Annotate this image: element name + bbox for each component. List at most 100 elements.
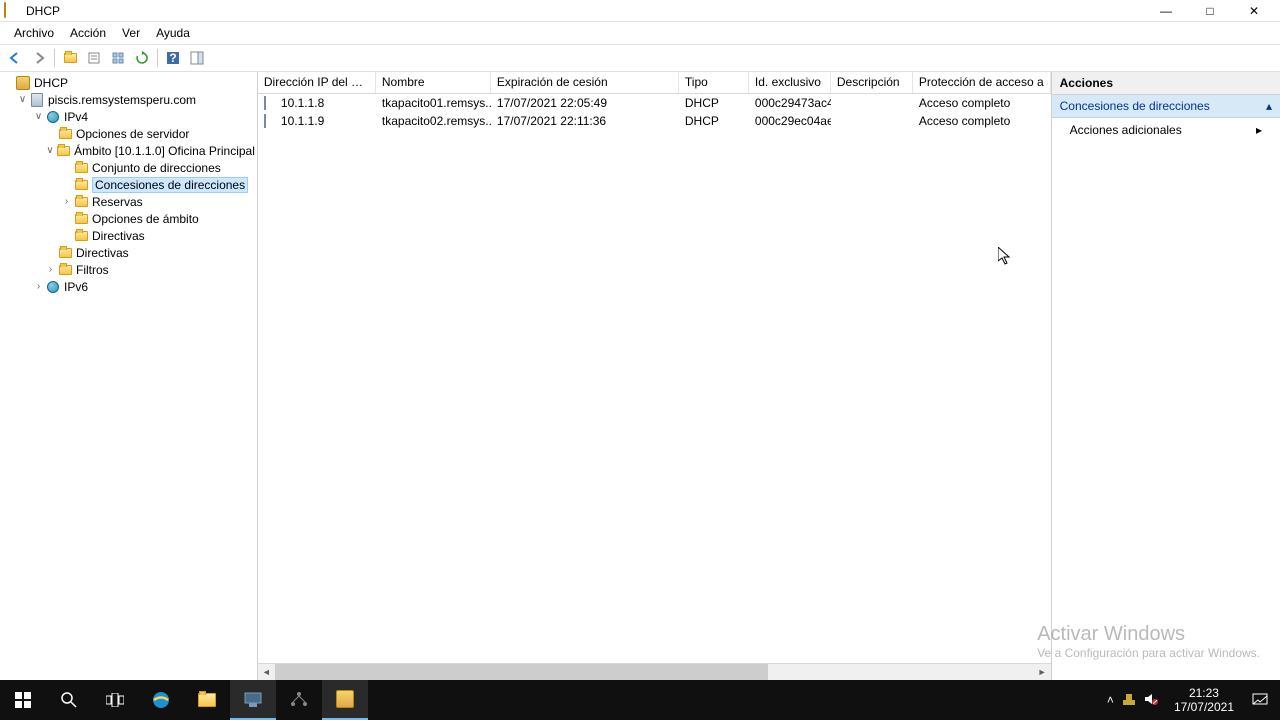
col-type[interactable]: Tipo	[679, 72, 749, 93]
tree-address-leases-label: Concesiones de direcciones	[92, 177, 248, 193]
actions-more[interactable]: Acciones adicionales ▸	[1052, 118, 1280, 142]
collapse-icon[interactable]: ▴	[1266, 99, 1272, 113]
scroll-thumb[interactable]	[275, 664, 768, 681]
tree-server[interactable]: ∨ piscis.remsystemsperu.com	[0, 91, 257, 108]
horizontal-scrollbar[interactable]: ◄ ►	[258, 663, 1051, 680]
cell-ip: 10.1.1.8	[258, 96, 376, 110]
menu-accion[interactable]: Acción	[62, 24, 114, 42]
tray-chevron-icon[interactable]: ˄	[1107, 693, 1114, 707]
folder-icon	[73, 212, 89, 226]
list-body[interactable]: 10.1.1.8 tkapacito01.remsys... 17/07/202…	[258, 94, 1051, 663]
search-icon[interactable]	[46, 680, 92, 720]
close-button[interactable]: ✕	[1232, 0, 1276, 22]
tree-ipv6-label: IPv6	[64, 280, 88, 294]
maximize-button[interactable]: □	[1188, 0, 1232, 22]
menu-archivo[interactable]: Archivo	[6, 24, 62, 42]
network-tool-icon[interactable]	[276, 680, 322, 720]
tree-ipv4[interactable]: ∨ IPv4	[0, 108, 257, 125]
tree-address-leases[interactable]: Concesiones de direcciones	[0, 176, 257, 193]
tray-network-icon[interactable]	[1122, 692, 1136, 709]
main-area: DHCP ∨ piscis.remsystemsperu.com ∨ IPv4 …	[0, 72, 1280, 680]
list-header: Dirección IP del clie... Nombre Expiraci…	[258, 72, 1051, 94]
tree-policies-inner[interactable]: Directivas	[0, 227, 257, 244]
actions-header: Acciones	[1052, 72, 1280, 95]
expander-icon[interactable]: ›	[32, 281, 45, 292]
expander-icon[interactable]: ∨	[16, 94, 29, 105]
tree-policies[interactable]: Directivas	[0, 244, 257, 261]
panel-icon[interactable]	[186, 47, 208, 69]
tree-ipv6[interactable]: › IPv6	[0, 278, 257, 295]
col-description[interactable]: Descripción	[831, 72, 913, 93]
table-row[interactable]: 10.1.1.9 tkapacito02.remsys... 17/07/202…	[258, 112, 1051, 130]
cell-uid: 000c29ec04ae	[749, 114, 831, 128]
scroll-right-icon[interactable]: ►	[1034, 664, 1051, 681]
refresh-icon[interactable]	[131, 47, 153, 69]
taskbar[interactable]: ˄ 21:23 17/07/2021	[0, 680, 1280, 720]
tree-policies-label: Directivas	[76, 246, 129, 260]
actions-pane: Acciones Concesiones de direcciones ▴ Ac…	[1052, 72, 1280, 680]
expander-icon[interactable]: ›	[60, 196, 73, 207]
forward-button[interactable]	[28, 47, 50, 69]
col-access-prot[interactable]: Protección de acceso a	[913, 72, 1051, 93]
tree-filters[interactable]: › Filtros	[0, 261, 257, 278]
folder-icon	[73, 161, 89, 175]
globe-icon	[45, 110, 61, 124]
tree-address-pool-label: Conjunto de direcciones	[92, 161, 221, 175]
view-icon[interactable]	[107, 47, 129, 69]
scroll-track[interactable]	[275, 664, 1034, 681]
properties-icon[interactable]	[83, 47, 105, 69]
cell-uid: 000c29473ac4	[749, 96, 831, 110]
expander-icon[interactable]: ›	[44, 264, 57, 275]
menu-bar: Archivo Acción Ver Ayuda	[0, 22, 1280, 44]
tray-volume-icon[interactable]	[1144, 692, 1158, 709]
folder-up-icon[interactable]	[59, 47, 81, 69]
tree-pane[interactable]: DHCP ∨ piscis.remsystemsperu.com ∨ IPv4 …	[0, 72, 258, 680]
actions-group[interactable]: Concesiones de direcciones ▴	[1052, 95, 1280, 118]
tree-scope[interactable]: ∨ Ámbito [10.1.1.0] Oficina Principal	[0, 142, 257, 159]
tree-policies-inner-label: Directivas	[92, 229, 145, 243]
explorer-icon[interactable]	[184, 680, 230, 720]
list-pane: Dirección IP del clie... Nombre Expiraci…	[258, 72, 1052, 680]
col-client-ip[interactable]: Dirección IP del clie...	[258, 72, 376, 93]
dhcp-icon	[15, 76, 31, 90]
cell-type: DHCP	[679, 114, 749, 128]
server-manager-icon[interactable]	[230, 680, 276, 720]
notifications-icon[interactable]	[1240, 680, 1280, 720]
actions-group-label: Concesiones de direcciones	[1060, 99, 1210, 113]
tree-address-pool[interactable]: Conjunto de direcciones	[0, 159, 257, 176]
help-icon[interactable]: ?	[162, 47, 184, 69]
minimize-button[interactable]: —	[1144, 0, 1188, 22]
col-lease-exp[interactable]: Expiración de cesión	[491, 72, 679, 93]
expander-icon[interactable]: ∨	[44, 145, 56, 156]
folder-icon	[73, 178, 89, 192]
tree-scope-options[interactable]: Opciones de ámbito	[0, 210, 257, 227]
expander-icon[interactable]: ∨	[32, 111, 45, 122]
tree-server-options[interactable]: Opciones de servidor	[0, 125, 257, 142]
cell-access: Acceso completo	[913, 96, 1051, 110]
toolbar-separator	[54, 49, 55, 67]
tree-reservations[interactable]: › Reservas	[0, 193, 257, 210]
col-name[interactable]: Nombre	[376, 72, 491, 93]
cell-type: DHCP	[679, 96, 749, 110]
col-unique-id[interactable]: Id. exclusivo	[749, 72, 831, 93]
ie-icon[interactable]	[138, 680, 184, 720]
taskbar-date: 17/07/2021	[1174, 700, 1234, 714]
system-tray[interactable]: ˄	[1097, 692, 1168, 709]
lease-icon	[264, 96, 278, 110]
taskbar-clock[interactable]: 21:23 17/07/2021	[1168, 686, 1240, 714]
start-button[interactable]	[0, 680, 46, 720]
cell-name: tkapacito01.remsys...	[376, 96, 491, 110]
scroll-left-icon[interactable]: ◄	[258, 664, 275, 681]
table-row[interactable]: 10.1.1.8 tkapacito01.remsys... 17/07/202…	[258, 94, 1051, 112]
back-button[interactable]	[4, 47, 26, 69]
tree-root[interactable]: DHCP	[0, 74, 257, 91]
tree-server-label: piscis.remsystemsperu.com	[48, 93, 196, 107]
menu-ver[interactable]: Ver	[114, 24, 148, 42]
taskview-icon[interactable]	[92, 680, 138, 720]
tree-reservations-label: Reservas	[92, 195, 143, 209]
menu-ayuda[interactable]: Ayuda	[148, 24, 198, 42]
folder-icon	[57, 246, 73, 260]
folder-icon	[73, 195, 89, 209]
cell-exp: 17/07/2021 22:11:36	[491, 114, 679, 128]
dhcp-taskbar-icon[interactable]	[322, 680, 368, 720]
